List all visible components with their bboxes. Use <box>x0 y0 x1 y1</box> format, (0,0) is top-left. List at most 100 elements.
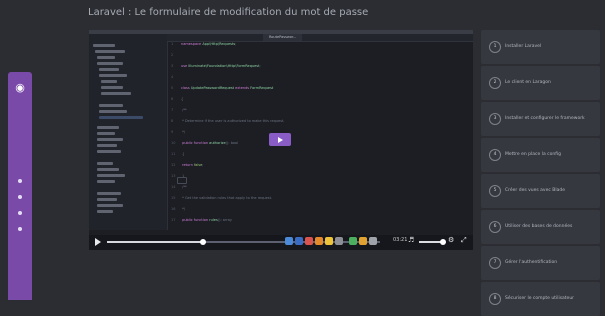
file-tree-item <box>99 110 127 113</box>
lesson-number: 7 <box>489 257 501 269</box>
code-token: extends <box>235 86 251 90</box>
file-tree-item <box>97 126 119 129</box>
file-tree-item <box>97 138 123 141</box>
progress-handle[interactable] <box>200 239 206 245</box>
video-player[interactable]: RoutePasswor... 1 namespace App\Http\Requ… <box>89 30 473 250</box>
volume-handle[interactable] <box>440 239 446 245</box>
lesson-item-title: Utiliser des bases de données <box>505 224 573 229</box>
lesson-item[interactable]: 4 Mettre en place la config <box>481 138 600 172</box>
code-token: */ <box>181 207 186 211</box>
gear-icon[interactable]: ⚙ <box>448 236 454 244</box>
code-line: 3 use Illuminate\Foundation\Http\FormRequ… <box>171 64 261 68</box>
code-token: ; <box>259 64 261 68</box>
code-line: 11 { <box>171 152 185 156</box>
code-token: /** <box>181 108 187 112</box>
code-line: 6{ <box>171 97 184 101</box>
dock-app-icon <box>335 237 343 245</box>
rail-nav-dot[interactable] <box>18 227 22 231</box>
line-number: 15 <box>171 196 176 200</box>
page-header: Laravel : Le formulaire de modification … <box>88 7 448 19</box>
ide-tab-bar: RoutePasswor... <box>167 34 473 42</box>
code-token: (): array <box>217 218 232 222</box>
dock-app-icon <box>359 237 367 245</box>
lesson-item-title: Créer des vues avec Blade <box>505 188 565 193</box>
code-token: public function <box>181 141 210 145</box>
code-token: * Get the validation rules that apply to… <box>181 196 273 200</box>
app-logo-icon[interactable]: ◉ <box>14 82 26 94</box>
file-tree-item <box>101 86 123 89</box>
code-token: { <box>181 97 184 101</box>
lesson-item[interactable]: 1 Installer Laravel <box>481 30 600 64</box>
code-token: return <box>181 163 194 167</box>
lesson-item[interactable]: 2 Le client en Laragon <box>481 66 600 100</box>
code-editor: 1 namespace App\Http\Requests; 2 3 use Illum… <box>171 42 473 229</box>
lesson-item-title: Installer et configurer le framework <box>505 116 585 121</box>
collapse-chevron-icon[interactable] <box>177 177 187 184</box>
code-line: 5 class UpdatePasswordRequest extends For… <box>171 86 274 90</box>
code-line: 15 * Get the validation rules that apply… <box>171 196 273 200</box>
code-token: authorize <box>209 141 226 145</box>
lesson-item[interactable]: 8 Sécuriser le compte utilisateur <box>481 282 600 316</box>
code-token: namespace <box>181 42 203 46</box>
file-tree-item <box>97 168 119 171</box>
file-tree-item-selected <box>99 116 143 119</box>
lesson-item-title: Le client en Laragon <box>505 80 551 85</box>
line-number: 14 <box>171 185 176 189</box>
lesson-number: 4 <box>489 149 501 161</box>
file-tree-item <box>97 210 113 213</box>
code-line: 1 namespace App\Http\Requests; <box>171 42 237 46</box>
dock-app-icon <box>295 237 303 245</box>
lesson-item-title: Mettre en place la config <box>505 152 561 157</box>
code-token: (): bool <box>225 141 239 145</box>
file-tree-item <box>101 92 131 95</box>
lesson-item[interactable]: 6 Utiliser des bases de données <box>481 210 600 244</box>
lesson-number: 2 <box>489 77 501 89</box>
code-line: 16 */ <box>171 207 186 211</box>
code-token: FormRequest <box>250 86 274 90</box>
ide-active-tab[interactable]: RoutePasswor... <box>263 34 303 41</box>
lesson-item-title: Installer Laravel <box>505 44 542 49</box>
line-number: 8 <box>171 119 174 123</box>
line-number: 16 <box>171 207 176 211</box>
file-tree-item <box>97 192 121 195</box>
code-line: 8 * Determine if the user is authorized … <box>171 119 285 123</box>
lesson-title: Laravel : Le formulaire de modification … <box>88 7 369 18</box>
lesson-item-title: Gérer l'authentification <box>505 260 558 265</box>
file-tree-item <box>97 62 123 65</box>
code-token: rules <box>209 218 218 222</box>
file-tree-item <box>99 68 119 71</box>
code-token: Illuminate\Foundation\Http\FormRequest <box>188 64 260 68</box>
code-line: 17 public function rules(): array <box>171 218 232 222</box>
rail-nav-dot[interactable] <box>18 211 22 215</box>
lesson-item[interactable]: 3 Installer et configurer le framework <box>481 102 600 136</box>
lesson-item[interactable]: 5 Créer des vues avec Blade <box>481 174 600 208</box>
lesson-item[interactable]: 7 Gérer l'authentification <box>481 246 600 280</box>
line-number: 12 <box>171 163 176 167</box>
code-token: App\Http\Requests <box>202 42 236 46</box>
line-number: 4 <box>171 75 174 79</box>
play-icon[interactable] <box>95 238 101 246</box>
big-play-button[interactable] <box>269 133 291 146</box>
file-tree-item <box>97 174 125 177</box>
file-tree-item <box>97 204 123 207</box>
code-token: ; <box>235 42 237 46</box>
code-line: 2 <box>171 53 181 57</box>
code-token: ; <box>202 163 204 167</box>
rail-nav-dot[interactable] <box>18 195 22 199</box>
line-number: 3 <box>171 64 174 68</box>
code-token: class <box>181 86 191 90</box>
dock-app-icon <box>325 237 333 245</box>
code-token: /** <box>181 185 187 189</box>
code-line: 10 public function authorize(): bool <box>171 141 239 145</box>
dock-app-icon <box>349 237 357 245</box>
rail-nav-dot[interactable] <box>18 179 22 183</box>
fullscreen-icon[interactable]: ⤢ <box>461 236 467 245</box>
file-tree-item <box>97 150 121 153</box>
code-token: public function <box>181 218 210 222</box>
line-number: 7 <box>171 108 174 112</box>
lesson-number: 5 <box>489 185 501 197</box>
code-token: { <box>181 152 185 156</box>
volume-icon[interactable]: ♬ <box>408 236 414 244</box>
dock-app-icon <box>305 237 313 245</box>
code-token: * Determine if the user is authorized to… <box>181 119 285 123</box>
